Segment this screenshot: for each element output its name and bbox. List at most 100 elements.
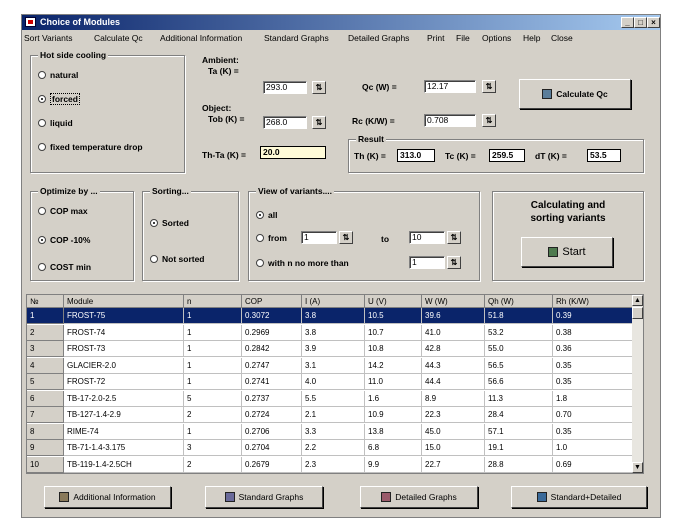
from-spin-icon[interactable]: ⇅ xyxy=(339,231,353,244)
radio-from[interactable]: from xyxy=(256,233,287,244)
cell-power-value: 41.0 xyxy=(422,324,485,341)
ta-spin-icon[interactable]: ⇅ xyxy=(312,81,326,94)
table-row[interactable]: 10 TB-119-1.4-2.5CH 2 0.2679 2.3 9.9 22.7 28.8 0… xyxy=(27,456,633,473)
cell-voltage-value: 9.9 xyxy=(365,456,422,473)
from-field[interactable]: 1 xyxy=(301,231,337,244)
table-row[interactable]: 1 FROST-75 1 0.3072 3.8 10.5 39.6 51.8 0.39 xyxy=(27,308,633,324)
cell-rh-value: 0.69 xyxy=(553,456,633,473)
radio-fixed-temperature-drop[interactable]: fixed temperature drop xyxy=(38,142,143,153)
radio-liquid[interactable]: liquid xyxy=(38,118,73,129)
menu-options[interactable]: Options xyxy=(482,31,511,45)
cell-rh-value: 0.35 xyxy=(553,357,633,374)
standard-detailed-button[interactable]: Standard+Detailed xyxy=(511,486,647,508)
maximize-button[interactable]: □ xyxy=(634,17,647,28)
menu-help[interactable]: Help xyxy=(523,31,540,45)
scroll-up-icon[interactable]: ▲ xyxy=(632,295,643,306)
rc-spin-icon[interactable]: ⇅ xyxy=(482,114,496,127)
cell-cop-value: 0.2969 xyxy=(242,324,302,341)
menu-sort-variants[interactable]: Sort Variants xyxy=(24,31,73,45)
qc-spin-icon[interactable]: ⇅ xyxy=(482,80,496,93)
radio-circle xyxy=(150,255,158,263)
table-row[interactable]: 4 GLACIER-2.0 1 0.2747 3.1 14.2 44.3 56.5 0.35 xyxy=(27,357,633,374)
ta-field[interactable]: 293.0 xyxy=(263,81,307,94)
table-row[interactable]: 3 FROST-73 1 0.2842 3.9 10.8 42.8 55.0 0.36 xyxy=(27,341,633,357)
radio-cop-max[interactable]: COP max xyxy=(38,206,88,217)
cell-row-number: 5 xyxy=(27,374,64,390)
start-button[interactable]: Start xyxy=(521,237,613,267)
col-header-qh[interactable]: Qh (W) xyxy=(485,295,553,308)
cell-module-name: RIME-74 xyxy=(64,423,184,440)
menu-close[interactable]: Close xyxy=(551,31,573,45)
scroll-down-icon[interactable]: ▼ xyxy=(632,462,643,473)
radio-cop-minus-10[interactable]: COP -10% xyxy=(38,235,90,246)
to-field[interactable]: 10 xyxy=(409,231,445,244)
minimize-button[interactable]: _ xyxy=(621,17,634,28)
cell-module-name: FROST-73 xyxy=(64,341,184,357)
col-header-number[interactable]: № xyxy=(27,295,64,308)
rc-field[interactable]: 0.708 xyxy=(424,114,476,127)
cell-voltage-value: 13.8 xyxy=(365,423,422,440)
table-row[interactable]: 5 FROST-72 1 0.2741 4.0 11.0 44.4 56.6 0.35 xyxy=(27,374,633,390)
modules-table[interactable]: № Module n COP I (A) U (V) W (W) Qh (W) … xyxy=(26,294,644,474)
calculate-qc-button[interactable]: Calculate Qc xyxy=(519,79,631,109)
standard-graphs-button[interactable]: Standard Graphs xyxy=(205,486,323,508)
hot-side-cooling-group: Hot side cooling natural forced liquid f… xyxy=(30,50,185,173)
cell-rh-value: 0.39 xyxy=(553,308,633,324)
to-spin-icon[interactable]: ⇅ xyxy=(447,231,461,244)
menu-detailed-graphs[interactable]: Detailed Graphs xyxy=(348,31,409,45)
table-row[interactable]: 6 TB-17-2.0-2.5 5 0.2737 5.5 1.6 8.9 11.3 1.8 xyxy=(27,390,633,407)
cell-cop-value: 0.3072 xyxy=(242,308,302,324)
result-group: Result Th (K) = 313.0 Tc (K) = 259.5 dT … xyxy=(348,134,644,173)
radio-circle xyxy=(256,234,264,242)
detailed-graphs-button[interactable]: Detailed Graphs xyxy=(360,486,478,508)
n-field[interactable]: 1 xyxy=(409,256,445,269)
col-header-power[interactable]: W (W) xyxy=(422,295,485,308)
menu-standard-graphs[interactable]: Standard Graphs xyxy=(264,31,329,45)
cell-module-name: FROST-72 xyxy=(64,374,184,390)
table-scrollbar[interactable]: ▲ ▼ xyxy=(632,295,643,473)
optimize-title: Optimize by ... xyxy=(38,186,100,197)
cell-module-name: GLACIER-2.0 xyxy=(64,357,184,374)
tob-field[interactable]: 268.0 xyxy=(263,116,307,129)
table-row[interactable]: 7 TB-127-1.4-2.9 2 0.2724 2.1 10.9 22.3 28.4 0.7… xyxy=(27,407,633,423)
title-bar[interactable]: Choice of Modules _ □ × xyxy=(22,15,660,30)
additional-information-button[interactable]: Additional Information xyxy=(44,486,171,508)
menu-print[interactable]: Print xyxy=(427,31,444,45)
col-header-cop[interactable]: COP xyxy=(242,295,302,308)
menu-additional-information[interactable]: Additional Information xyxy=(160,31,242,45)
menu-file[interactable]: File xyxy=(456,31,470,45)
radio-all[interactable]: all xyxy=(256,210,277,221)
col-header-current[interactable]: I (A) xyxy=(302,295,365,308)
tc-value: 259.5 xyxy=(489,149,525,162)
cell-row-number: 10 xyxy=(27,456,64,473)
radio-cost-min[interactable]: COST min xyxy=(38,262,91,273)
table-row[interactable]: 9 TB-71-1.4-3.175 3 0.2704 2.2 6.8 15.0 19.1 1.0 xyxy=(27,440,633,456)
col-header-module[interactable]: Module xyxy=(64,295,184,308)
ambient-label: Ambient: xyxy=(202,55,239,65)
cell-current-value: 3.1 xyxy=(302,357,365,374)
radio-not-sorted[interactable]: Not sorted xyxy=(150,254,205,265)
col-header-rh[interactable]: Rh (K/W) xyxy=(553,295,633,308)
tob-spin-icon[interactable]: ⇅ xyxy=(312,116,326,129)
cell-rh-value: 0.35 xyxy=(553,423,633,440)
radio-sorted[interactable]: Sorted xyxy=(150,218,189,229)
radio-circle xyxy=(38,71,46,79)
n-spin-icon[interactable]: ⇅ xyxy=(447,256,461,269)
radio-natural[interactable]: natural xyxy=(38,70,78,81)
close-button[interactable]: × xyxy=(647,17,660,28)
radio-circle-selected xyxy=(150,219,158,227)
qc-field[interactable]: 12.17 xyxy=(424,80,476,93)
table-row[interactable]: 2 FROST-74 1 0.2969 3.8 10.7 41.0 53.2 0.38 xyxy=(27,324,633,341)
radio-with-n[interactable]: with n no more than xyxy=(256,258,349,269)
radio-circle xyxy=(38,143,46,151)
col-header-voltage[interactable]: U (V) xyxy=(365,295,422,308)
view-variants-group: View of variants.... all from 1 ⇅ to 10 … xyxy=(248,186,480,281)
menu-calculate-qc[interactable]: Calculate Qc xyxy=(94,31,143,45)
cell-power-value: 44.3 xyxy=(422,357,485,374)
col-header-n[interactable]: n xyxy=(184,295,242,308)
cell-voltage-value: 10.5 xyxy=(365,308,422,324)
table-row[interactable]: 8 RIME-74 1 0.2706 3.3 13.8 45.0 57.1 0.35 xyxy=(27,423,633,440)
radio-forced[interactable]: forced xyxy=(38,93,80,105)
result-title: Result xyxy=(356,134,386,145)
scroll-thumb[interactable] xyxy=(632,307,643,319)
